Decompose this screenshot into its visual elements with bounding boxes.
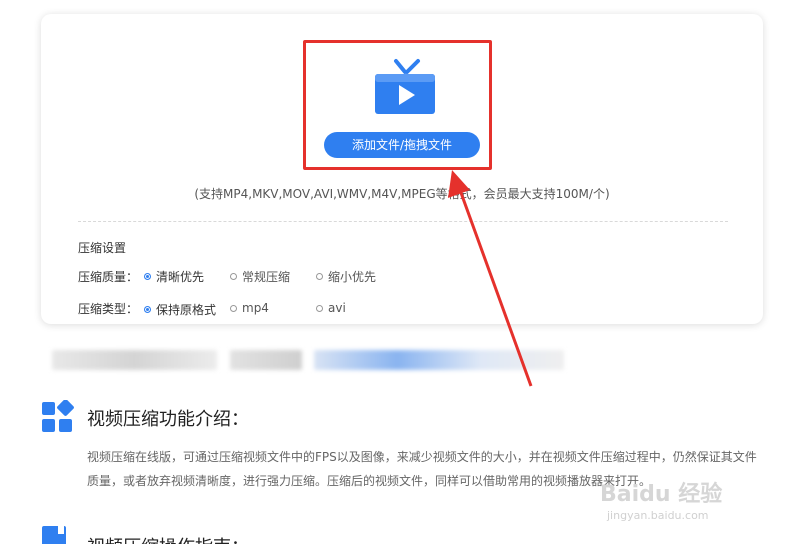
type-option-mp4[interactable]: mp4 bbox=[230, 301, 269, 315]
type-label: 压缩类型： bbox=[78, 302, 139, 316]
watermark-logo: Baidu 经验 bbox=[600, 482, 723, 507]
radio-dot-icon bbox=[230, 304, 237, 312]
type-option-original[interactable]: 保持原格式 bbox=[144, 301, 216, 318]
upload-dropzone[interactable]: 添加文件/拖拽文件 bbox=[303, 40, 492, 170]
blurred-text bbox=[52, 350, 217, 370]
type-option-avi[interactable]: avi bbox=[316, 301, 346, 315]
blurred-text bbox=[230, 350, 302, 370]
quality-label: 压缩质量： bbox=[78, 270, 139, 284]
apps-grid-icon bbox=[42, 400, 74, 432]
guide-book-icon bbox=[42, 526, 66, 544]
guide-title: 视频压缩操作指南： bbox=[87, 533, 249, 544]
radio-dot-icon bbox=[316, 304, 323, 312]
intro-title: 视频压缩功能介绍： bbox=[87, 409, 249, 430]
radio-dot-icon bbox=[144, 306, 151, 313]
blurred-link bbox=[314, 350, 564, 370]
quality-option-normal[interactable]: 常规压缩 bbox=[230, 268, 290, 285]
tv-play-icon bbox=[375, 59, 435, 114]
radio-dot-icon bbox=[144, 273, 151, 280]
radio-dot-icon bbox=[230, 273, 237, 280]
add-file-button[interactable]: 添加文件/拖拽文件 bbox=[324, 132, 480, 158]
settings-title: 压缩设置 bbox=[78, 241, 127, 255]
quality-option-clear[interactable]: 清晰优先 bbox=[144, 268, 204, 285]
quality-option-smaller[interactable]: 缩小优先 bbox=[316, 268, 376, 285]
divider bbox=[78, 221, 728, 222]
watermark-url: jingyan.baidu.com bbox=[607, 509, 709, 522]
supported-formats-note: (支持MP4,MKV,MOV,AVI,WMV,M4V,MPEG等格式，会员最大支… bbox=[194, 187, 610, 201]
radio-dot-icon bbox=[316, 273, 323, 280]
